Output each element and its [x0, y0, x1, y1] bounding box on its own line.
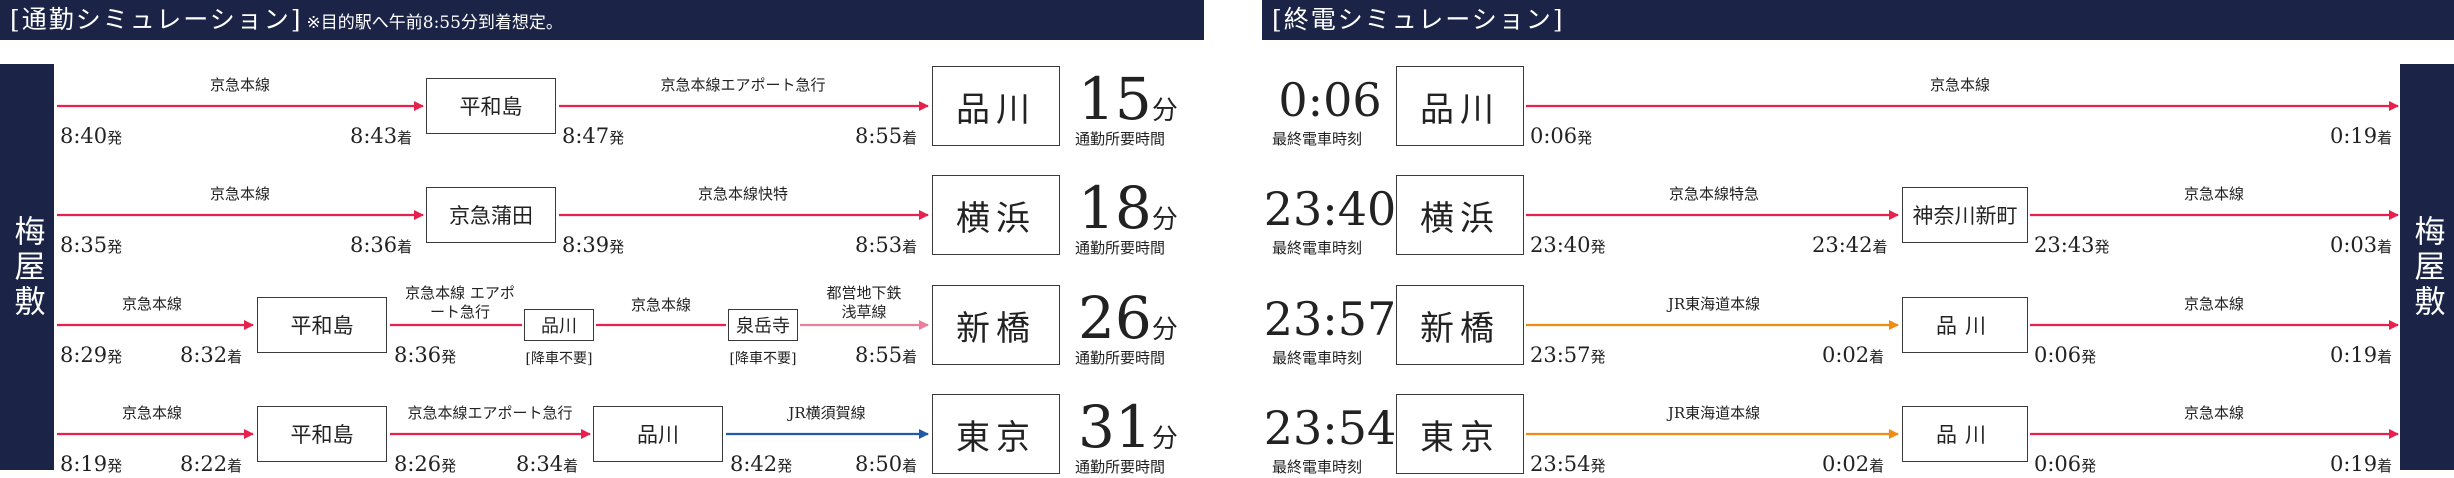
c4-arr2: 8:34着 — [516, 452, 579, 476]
c3-line4: 都営地下鉄 浅草線 — [826, 284, 902, 321]
l3-station: 新橋 — [1396, 285, 1524, 365]
l4-station: 東京 — [1396, 394, 1524, 474]
c1-line2: 京急本線エアポート急行 — [660, 76, 826, 94]
c3-dep2: 8:36発 — [394, 343, 457, 367]
c4-station1: 平和島 — [257, 406, 387, 462]
l4-arr1: 0:02着 — [1822, 452, 1885, 476]
c1-dep2: 8:47発 — [562, 124, 625, 148]
l2-arr1: 23:42着 — [1812, 233, 1888, 257]
l2-transfer: 神奈川新町 — [1902, 187, 2028, 243]
c4-arr-final: 8:50着 — [855, 452, 918, 476]
c3-caption: 通勤所要時間 — [1075, 349, 1166, 367]
c4-station2: 品川 — [593, 406, 723, 462]
l4-time: 23:54 — [1263, 401, 1397, 455]
c1-caption: 通勤所要時間 — [1075, 130, 1166, 148]
l4-arr: 0:19着 — [2330, 452, 2393, 476]
l1-arr: 0:19着 — [2330, 124, 2393, 148]
l1-time: 0:06 — [1278, 73, 1382, 127]
l3-dep: 23:57発 — [1530, 343, 1606, 367]
l4-transfer: 品川 — [1902, 406, 2028, 462]
c3-station1: 平和島 — [257, 297, 387, 353]
l1-caption: 最終電車時刻 — [1272, 130, 1363, 148]
c3-station3: 泉岳寺 — [728, 309, 798, 341]
l2-arr: 0:03着 — [2330, 233, 2393, 257]
l2-station: 横浜 — [1396, 175, 1524, 255]
c4-departure: 8:19発 — [60, 452, 123, 476]
c1-departure: 8:40発 — [60, 124, 123, 148]
c1-arr-final: 8:55着 — [855, 124, 918, 148]
c3-no-exit2: [降車不要] — [525, 351, 593, 367]
c2-caption: 通勤所要時間 — [1075, 239, 1166, 257]
c4-line3: JR横須賀線 — [788, 404, 866, 422]
c4-dest: 東京 — [932, 394, 1060, 474]
c4-dep2: 8:26発 — [394, 452, 457, 476]
l4-line1: JR東海道本線 — [1667, 404, 1761, 422]
c3-dest: 新橋 — [932, 285, 1060, 365]
c4-dep3: 8:42発 — [730, 452, 793, 476]
l2-time: 23:40 — [1263, 182, 1397, 236]
c3-no-exit3: [降車不要] — [729, 351, 797, 367]
l4-caption: 最終電車時刻 — [1272, 458, 1363, 476]
c1-station1: 平和島 — [426, 78, 556, 134]
c1-arr1: 8:43着 — [350, 124, 413, 148]
l3-transfer: 品川 — [1902, 297, 2028, 353]
l2-line2: 京急本線 — [2183, 185, 2245, 203]
c1-line1: 京急本線 — [209, 76, 271, 94]
l4-dep: 23:54発 — [1530, 452, 1606, 476]
c3-line1: 京急本線 — [121, 295, 183, 313]
c3-line3: 京急本線 — [630, 296, 692, 314]
l3-line2: 京急本線 — [2183, 295, 2245, 313]
c1-dest: 品川 — [932, 66, 1060, 146]
c4-line1: 京急本線 — [121, 404, 183, 422]
c2-departure: 8:35発 — [60, 233, 123, 257]
l2-line1: 京急本線特急 — [1668, 185, 1760, 203]
l1-station: 品川 — [1396, 66, 1524, 146]
c2-station1: 京急蒲田 — [426, 187, 556, 243]
l3-arr: 0:19着 — [2330, 343, 2393, 367]
c3-line2: 京急本線 エアポート急行 — [405, 284, 515, 321]
l4-dep2: 0:06発 — [2034, 452, 2097, 476]
l1-line1: 京急本線 — [1929, 76, 1991, 94]
c4-line2: 京急本線エアポート急行 — [407, 404, 573, 422]
c4-arr1: 8:22着 — [180, 452, 243, 476]
c4-caption: 通勤所要時間 — [1075, 458, 1166, 476]
l2-dep2: 23:43発 — [2034, 233, 2110, 257]
c2-dep2: 8:39発 — [562, 233, 625, 257]
c2-line1: 京急本線 — [209, 185, 271, 203]
l3-caption: 最終電車時刻 — [1272, 349, 1363, 367]
c2-arr-final: 8:53着 — [855, 233, 918, 257]
c3-arr-final: 8:55着 — [855, 343, 918, 367]
c3-arr1: 8:32着 — [180, 343, 243, 367]
l3-time: 23:57 — [1263, 292, 1397, 346]
l4-line2: 京急本線 — [2183, 404, 2245, 422]
l3-arr1: 0:02着 — [1822, 343, 1885, 367]
l3-line1: JR東海道本線 — [1667, 295, 1761, 313]
c2-line2: 京急本線快特 — [697, 185, 789, 203]
l3-dep2: 0:06発 — [2034, 343, 2097, 367]
c2-arr1: 8:36着 — [350, 233, 413, 257]
c3-station2: 品川 — [524, 309, 594, 341]
c2-dest: 横浜 — [932, 175, 1060, 255]
l2-dep: 23:40発 — [1530, 233, 1606, 257]
l1-dep: 0:06発 — [1530, 124, 1593, 148]
c3-departure: 8:29発 — [60, 343, 123, 367]
l2-caption: 最終電車時刻 — [1272, 239, 1363, 257]
